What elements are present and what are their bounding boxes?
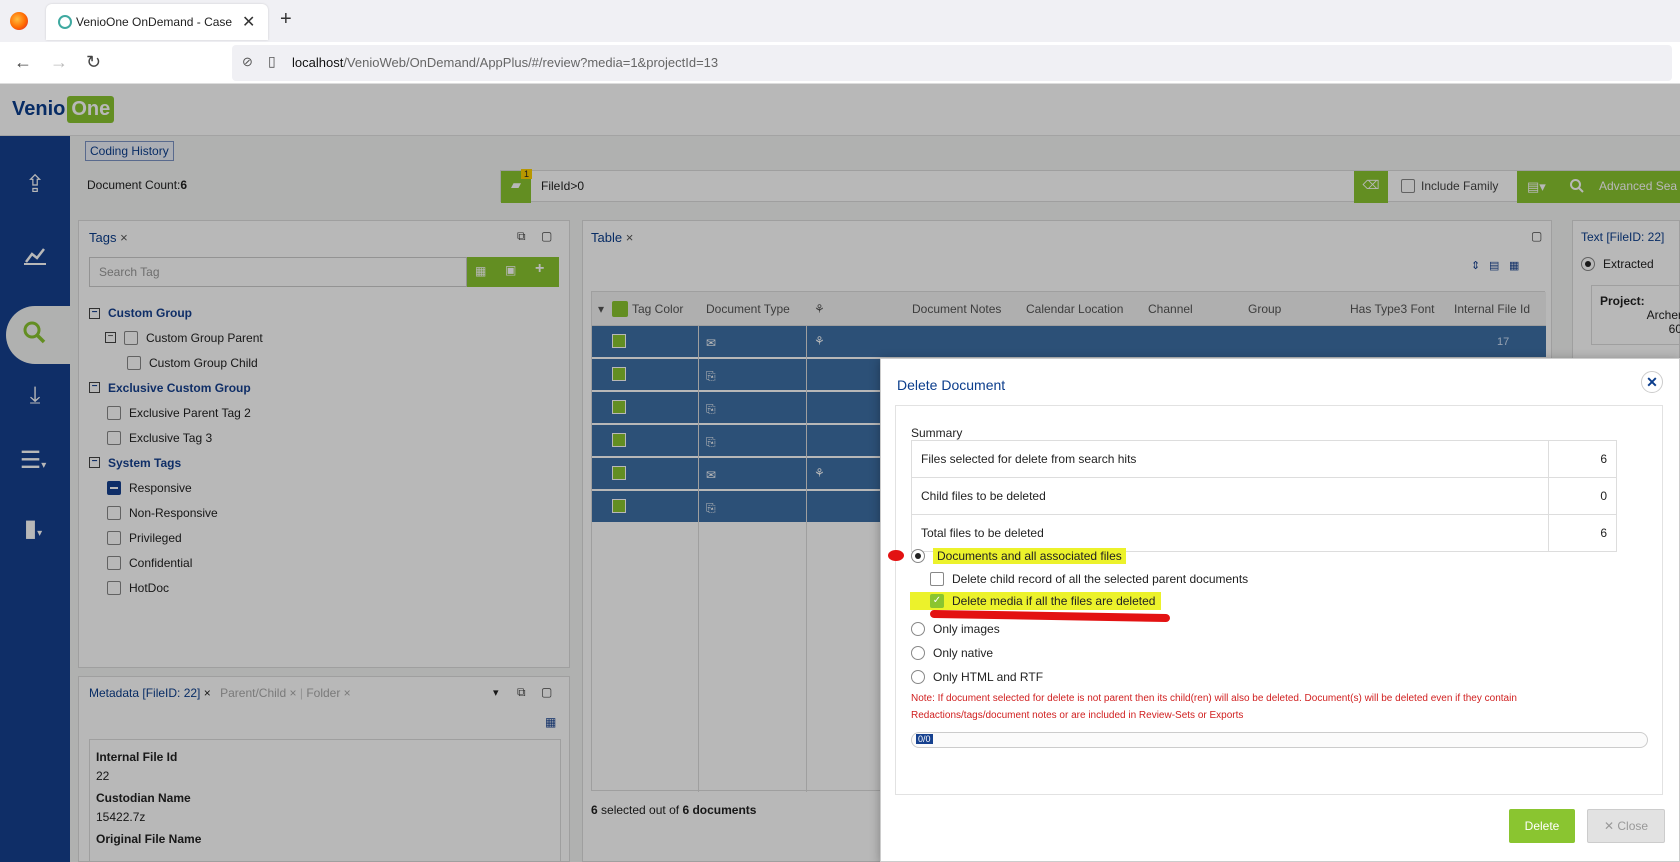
option-label: Delete media if all the files are delete… bbox=[952, 594, 1156, 608]
summary-table: Files selected for delete from search hi… bbox=[911, 440, 1617, 552]
back-icon[interactable]: ← bbox=[14, 52, 32, 73]
option-only-images[interactable]: Only images bbox=[911, 622, 1000, 636]
option-label: Only HTML and RTF bbox=[933, 670, 1044, 684]
page-icon: ▯ bbox=[268, 53, 276, 69]
summary-value-cell: 6 bbox=[1548, 440, 1617, 478]
summary-row: Child files to be deleted 0 bbox=[911, 477, 1617, 515]
browser-tab[interactable]: VenioOne OnDemand - Case ✕ bbox=[46, 4, 268, 40]
red-annotation-underline bbox=[929, 609, 1171, 623]
close-icon: ✕ bbox=[1603, 819, 1615, 833]
url-bar[interactable]: ⊘ ▯ localhost/VenioWeb/OnDemand/AppPlus/… bbox=[232, 45, 1672, 81]
close-button[interactable]: ✕ Close bbox=[1587, 809, 1665, 843]
summary-label-cell: Files selected for delete from search hi… bbox=[911, 440, 1549, 478]
modal-title: Delete Document bbox=[897, 377, 1006, 393]
option-label: Delete child record of all the selected … bbox=[952, 572, 1249, 586]
url-text: localhost/VenioWeb/OnDemand/AppPlus/#/re… bbox=[292, 55, 719, 70]
radio-button[interactable] bbox=[911, 646, 925, 660]
venio-favicon-icon bbox=[58, 15, 72, 29]
progress-text: 0/0 bbox=[916, 734, 933, 744]
option-label: Only native bbox=[933, 646, 994, 660]
option-delete-child[interactable]: Delete child record of all the selected … bbox=[930, 572, 1248, 586]
browser-nav-bar: ← → ↻ ⊘ ▯ localhost/VenioWeb/OnDemand/Ap… bbox=[0, 42, 1680, 84]
delete-document-modal: Delete Document ✕ Summary Files selected… bbox=[880, 358, 1680, 862]
radio-button[interactable] bbox=[911, 549, 925, 563]
summary-label-cell: Child files to be deleted bbox=[911, 477, 1549, 515]
summary-value-cell: 0 bbox=[1548, 477, 1617, 515]
tracking-shield-icon[interactable]: ⊘ bbox=[242, 54, 253, 70]
option-label: Documents and all associated files bbox=[933, 548, 1126, 564]
browser-tab-bar: VenioOne OnDemand - Case ✕ + bbox=[0, 0, 1680, 42]
summary-value-cell: 6 bbox=[1548, 514, 1617, 552]
option-delete-media[interactable]: ✓ Delete media if all the files are dele… bbox=[910, 592, 1162, 610]
summary-row: Total files to be deleted 6 bbox=[911, 514, 1617, 552]
tab-title: VenioOne OnDemand - Case bbox=[76, 15, 233, 29]
summary-label-cell: Total files to be deleted bbox=[911, 514, 1549, 552]
reload-icon[interactable]: ↻ bbox=[86, 52, 101, 73]
delete-button[interactable]: Delete bbox=[1509, 809, 1575, 843]
radio-button[interactable] bbox=[911, 622, 925, 636]
close-icon[interactable]: ✕ bbox=[1641, 371, 1663, 393]
forward-icon[interactable]: → bbox=[50, 52, 68, 73]
delete-note: Note: If document selected for delete is… bbox=[911, 693, 1517, 721]
option-label: Only images bbox=[933, 622, 1000, 636]
option-only-native[interactable]: Only native bbox=[911, 646, 993, 660]
new-tab-button[interactable]: + bbox=[280, 8, 292, 31]
checkbox[interactable] bbox=[930, 572, 944, 586]
close-icon[interactable]: ✕ bbox=[242, 12, 255, 32]
summary-label: Summary bbox=[911, 426, 963, 440]
red-annotation-dot bbox=[888, 550, 904, 561]
option-all-associated[interactable]: Documents and all associated files bbox=[911, 548, 1126, 564]
radio-button[interactable] bbox=[911, 670, 925, 684]
modal-body: Summary Files selected for delete from s… bbox=[888, 405, 1663, 795]
progress-bar: 0/0 bbox=[911, 732, 1648, 748]
firefox-icon bbox=[10, 12, 28, 30]
summary-row: Files selected for delete from search hi… bbox=[911, 440, 1617, 478]
option-only-html-rtf[interactable]: Only HTML and RTF bbox=[911, 670, 1043, 684]
checkbox-checked[interactable]: ✓ bbox=[930, 594, 944, 608]
